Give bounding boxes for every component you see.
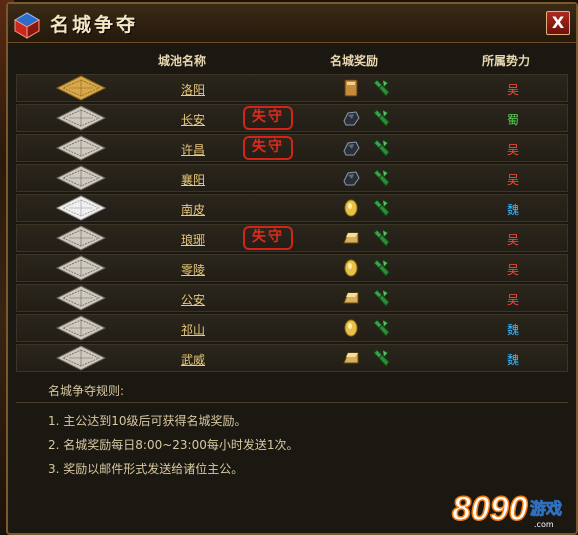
city-name-link[interactable]: 零陵 bbox=[181, 261, 205, 278]
rule-item: 3. 奖励以邮件形式发送给诸位主公。 bbox=[48, 462, 244, 476]
table-header: 城池名称 名城奖励 所属势力 bbox=[8, 49, 576, 71]
ore-icon[interactable] bbox=[342, 109, 360, 127]
city-map-icon bbox=[55, 75, 107, 101]
city-name-link[interactable]: 许昌 bbox=[181, 141, 205, 158]
city-row: 琅琊 失守 吴 bbox=[16, 224, 568, 252]
coin-icon[interactable] bbox=[342, 259, 360, 277]
faction-label: 吴 bbox=[507, 233, 520, 247]
watermark-text: 游戏 bbox=[530, 499, 562, 518]
jade-token-icon[interactable] bbox=[371, 167, 393, 189]
city-map-icon bbox=[55, 105, 107, 131]
jade-token-icon[interactable] bbox=[371, 77, 393, 99]
city-row: 洛阳 吴 bbox=[16, 74, 568, 102]
faction-label: 吴 bbox=[507, 143, 520, 157]
city-map-icon bbox=[55, 225, 107, 251]
city-row: 武威 魏 bbox=[16, 344, 568, 372]
city-map-icon bbox=[55, 345, 107, 371]
faction-label: 蜀 bbox=[507, 113, 520, 127]
header-reward: 名城奖励 bbox=[330, 54, 379, 68]
city-name-link[interactable]: 祁山 bbox=[181, 321, 205, 338]
jade-token-icon[interactable] bbox=[371, 287, 393, 309]
city-map-icon bbox=[55, 285, 107, 311]
city-map-icon bbox=[55, 135, 107, 161]
ore-icon[interactable] bbox=[342, 139, 360, 157]
city-name-link[interactable]: 长安 bbox=[181, 111, 205, 128]
city-name-link[interactable]: 南皮 bbox=[181, 201, 205, 218]
city-map-icon bbox=[55, 255, 107, 281]
jade-token-icon[interactable] bbox=[371, 137, 393, 159]
jade-token-icon[interactable] bbox=[371, 227, 393, 249]
watermark-sub: .com bbox=[534, 520, 554, 529]
site-watermark-logo: 8090 游戏 .com bbox=[451, 489, 562, 529]
jade-token-icon[interactable] bbox=[371, 317, 393, 339]
window-title: 名城争夺 bbox=[50, 14, 139, 36]
lost-stamp: 失守 bbox=[243, 106, 293, 130]
flag-emblem-icon bbox=[14, 12, 40, 39]
header-faction: 所属势力 bbox=[482, 54, 531, 68]
city-row: 公安 吴 bbox=[16, 284, 568, 312]
jade-token-icon[interactable] bbox=[371, 347, 393, 369]
rules-section: 名城争夺规则: 1. 主公达到10级后可获得名城奖励。 2. 名城奖励每日8:0… bbox=[16, 376, 568, 490]
ore-icon[interactable] bbox=[342, 169, 360, 187]
header-city-name: 城池名称 bbox=[158, 54, 207, 68]
rules-title: 名城争夺规则: bbox=[48, 384, 125, 398]
city-row: 许昌 失守 吴 bbox=[16, 134, 568, 162]
city-row: 襄阳 吴 bbox=[16, 164, 568, 192]
faction-label: 魏 bbox=[507, 353, 520, 367]
book-icon[interactable] bbox=[342, 79, 360, 97]
city-name-link[interactable]: 武威 bbox=[181, 351, 205, 368]
lost-stamp: 失守 bbox=[243, 226, 293, 250]
rule-item: 2. 名城奖励每日8:00~23:00每小时发送1次。 bbox=[48, 438, 299, 452]
faction-label: 魏 bbox=[507, 203, 520, 217]
rules-divider bbox=[16, 402, 568, 403]
close-button[interactable]: X bbox=[546, 11, 570, 35]
faction-label: 魏 bbox=[507, 323, 520, 337]
ingot-icon[interactable] bbox=[342, 229, 360, 247]
city-map-icon bbox=[55, 165, 107, 191]
city-row: 零陵 吴 bbox=[16, 254, 568, 282]
city-row: 南皮 魏 bbox=[16, 194, 568, 222]
title-bar: 名城争夺 X bbox=[8, 4, 576, 43]
city-map-icon bbox=[55, 195, 107, 221]
city-name-link[interactable]: 公安 bbox=[181, 291, 205, 308]
city-map-icon bbox=[55, 315, 107, 341]
city-row: 祁山 魏 bbox=[16, 314, 568, 342]
jade-token-icon[interactable] bbox=[371, 257, 393, 279]
coin-icon[interactable] bbox=[342, 319, 360, 337]
jade-token-icon[interactable] bbox=[371, 107, 393, 129]
ingot-icon[interactable] bbox=[342, 349, 360, 367]
city-row: 长安 失守 蜀 bbox=[16, 104, 568, 132]
ingot-icon[interactable] bbox=[342, 289, 360, 307]
city-name-link[interactable]: 襄阳 bbox=[181, 171, 205, 188]
watermark-number: 8090 bbox=[452, 490, 528, 528]
faction-label: 吴 bbox=[507, 293, 520, 307]
jade-token-icon[interactable] bbox=[371, 197, 393, 219]
faction-label: 吴 bbox=[507, 263, 520, 277]
lost-stamp: 失守 bbox=[243, 136, 293, 160]
city-contest-window: 名城争夺 X 城池名称 名城奖励 所属势力 洛阳 吴 长安 失守 蜀 许昌 失守… bbox=[6, 2, 578, 535]
city-name-link[interactable]: 琅琊 bbox=[181, 231, 205, 248]
city-name-link[interactable]: 洛阳 bbox=[181, 81, 205, 98]
rule-item: 1. 主公达到10级后可获得名城奖励。 bbox=[48, 414, 247, 428]
faction-label: 吴 bbox=[507, 83, 520, 97]
faction-label: 吴 bbox=[507, 173, 520, 187]
coin-icon[interactable] bbox=[342, 199, 360, 217]
